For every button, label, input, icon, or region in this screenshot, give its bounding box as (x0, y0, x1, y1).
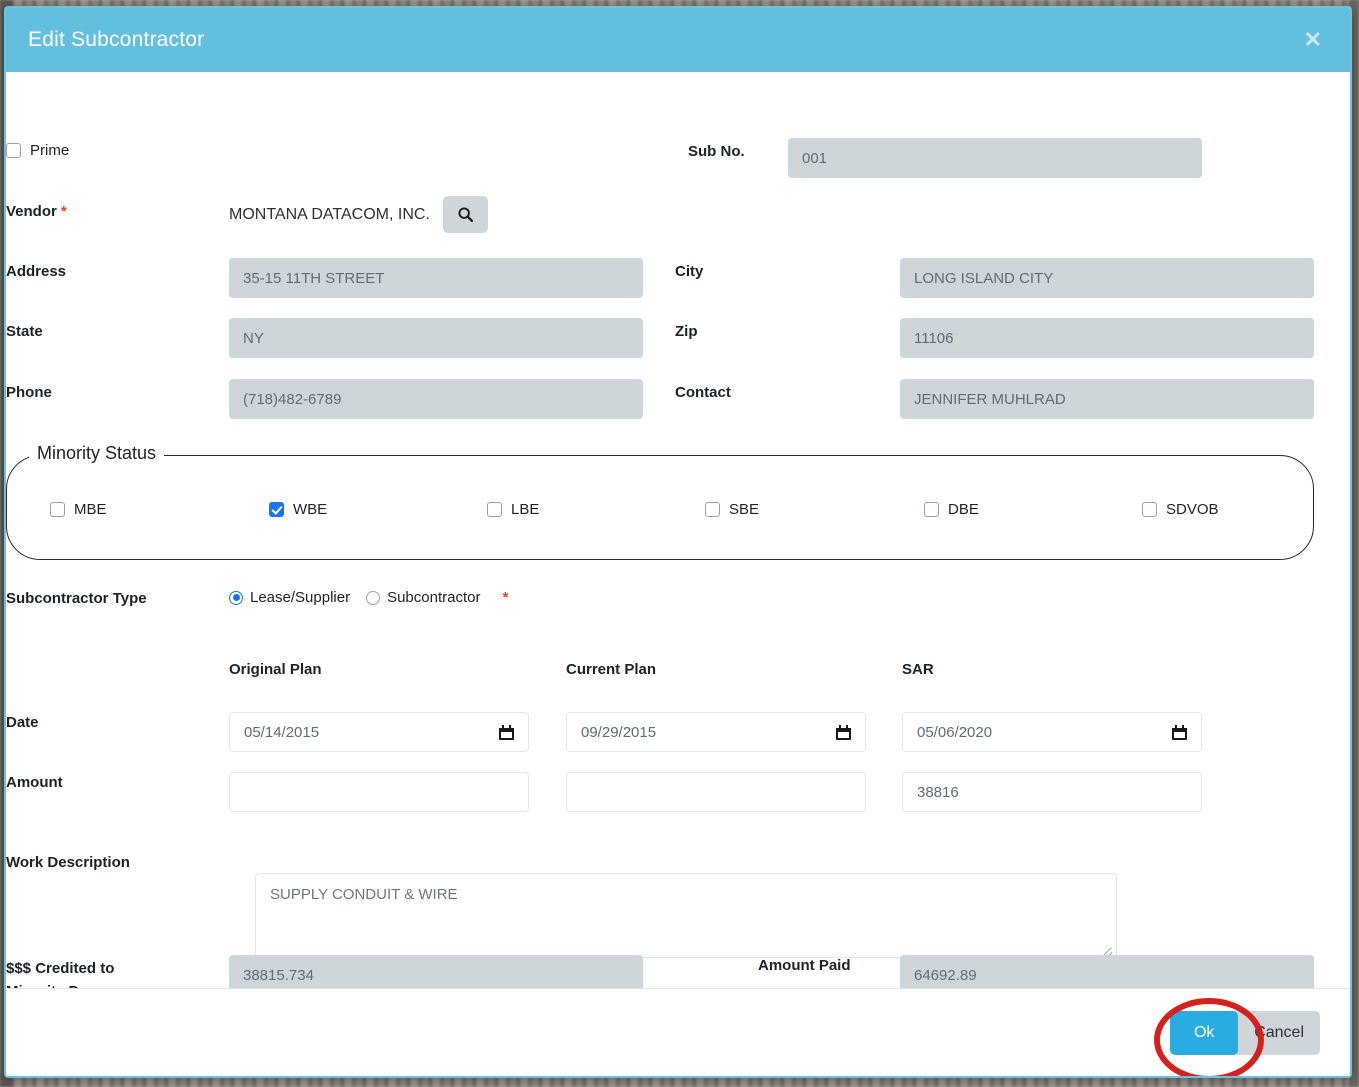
minority-option-mbe[interactable]: MBE (50, 501, 107, 518)
zip-label: Zip (675, 323, 698, 340)
column-header-original-plan: Original Plan (229, 661, 322, 678)
subcontractor-radio[interactable] (366, 590, 381, 605)
state-label: State (6, 323, 43, 340)
resize-handle-icon[interactable] (1101, 943, 1113, 955)
calendar-icon[interactable] (836, 724, 851, 740)
dialog-title: Edit Subcontractor (28, 28, 205, 51)
amount-paid-field[interactable]: 64692.89 (900, 955, 1314, 988)
amount-paid-label: Amount Paid (758, 957, 851, 974)
date-current-plan-value: 09/29/2015 (581, 723, 657, 741)
minority-option-sbe[interactable]: SBE (705, 501, 759, 518)
sub-no-field[interactable]: 001 (788, 138, 1202, 178)
minority-option-dbe[interactable]: DBE (924, 501, 979, 518)
dialog-header: Edit Subcontractor ✕ (6, 8, 1350, 72)
column-header-current-plan: Current Plan (566, 661, 657, 678)
mbe-checkbox[interactable] (50, 502, 65, 517)
work-description-value: SUPPLY CONDUIT & WIRE (270, 886, 458, 903)
prime-label: Prime (30, 142, 70, 159)
subcontractor-label: Subcontractor (387, 589, 481, 606)
mbe-label: MBE (74, 501, 107, 518)
address-label: Address (6, 263, 67, 280)
state-field[interactable]: NY (229, 318, 643, 358)
amount-field-current-plan[interactable] (566, 772, 866, 812)
dbe-checkbox[interactable] (924, 502, 939, 517)
date-row-label: Date (6, 714, 39, 731)
contact-label: Contact (675, 384, 731, 401)
zip-field[interactable]: 11106 (900, 318, 1314, 358)
lease-supplier-radio[interactable] (229, 590, 243, 605)
ok-button[interactable]: Ok (1170, 1010, 1239, 1055)
cancel-button[interactable]: Cancel (1238, 1011, 1320, 1055)
lbe-label: LBE (511, 501, 540, 518)
lease-supplier-label: Lease/Supplier (250, 589, 351, 606)
wbe-checkbox[interactable] (269, 502, 284, 517)
date-field-current-plan[interactable]: 09/29/2015 (566, 712, 866, 752)
column-header-sar: SAR (902, 661, 934, 678)
address-field[interactable]: 35-15 11TH STREET (229, 258, 643, 298)
radio-option-lease-supplier[interactable]: Lease/Supplier (229, 589, 350, 606)
vendor-label-text: Vendor (6, 203, 57, 220)
contact-field[interactable]: JENNIFER MUHLRAD (900, 379, 1314, 419)
city-label: City (675, 263, 704, 280)
credited-label: $$$ Credited to Minority Program (6, 957, 130, 988)
subcontractor-type-label: Subcontractor Type (6, 590, 147, 607)
vendor-row: MONTANA DATACOM, INC. (229, 196, 488, 233)
close-icon[interactable]: ✕ (1298, 25, 1328, 55)
vendor-label: Vendor * (6, 203, 67, 220)
date-sar-value: 05/06/2020 (917, 723, 993, 741)
date-original-plan-value: 05/14/2015 (244, 723, 320, 741)
minority-status-legend: Minority Status (29, 443, 165, 464)
date-field-sar[interactable]: 05/06/2020 (902, 712, 1202, 752)
dbe-label: DBE (948, 501, 979, 518)
vendor-value: MONTANA DATACOM, INC. (229, 205, 430, 223)
prime-checkbox[interactable] (6, 143, 21, 158)
amount-row-label: Amount (6, 774, 63, 791)
date-field-original-plan[interactable]: 05/14/2015 (229, 712, 529, 752)
search-icon[interactable] (442, 196, 488, 233)
phone-label: Phone (6, 384, 52, 401)
work-description-textarea[interactable]: SUPPLY CONDUIT & WIRE (255, 873, 1117, 958)
amount-field-original-plan[interactable] (229, 772, 529, 812)
minority-option-lbe[interactable]: LBE (487, 501, 539, 518)
edit-subcontractor-dialog: Edit Subcontractor ✕ Prime Sub No. 001 V… (4, 6, 1352, 1078)
footer-button-group: Ok Cancel (1170, 1010, 1320, 1055)
credited-label-line1: $$$ Credited to (6, 960, 115, 977)
dialog-footer: Ok Cancel (6, 988, 1350, 1076)
sbe-label: SBE (729, 501, 760, 518)
vendor-required-mark: * (60, 203, 67, 220)
sbe-checkbox[interactable] (705, 502, 720, 517)
wbe-label: WBE (293, 501, 328, 518)
sub-no-label: Sub No. (688, 143, 745, 160)
amount-field-sar[interactable]: 38816 (902, 772, 1202, 812)
minority-status-fieldset: Minority Status MBE WBE LBE SBE DBE SDVO… (6, 443, 1314, 560)
subcontractor-type-options: Lease/Supplier Subcontractor * (229, 589, 508, 606)
sdvob-checkbox[interactable] (1142, 502, 1157, 517)
sdvob-label: SDVOB (1166, 501, 1219, 518)
calendar-icon[interactable] (1172, 724, 1187, 740)
dialog-body: Prime Sub No. 001 Vendor * MONTANA DATACO… (6, 72, 1350, 988)
work-description-label: Work Description (6, 854, 130, 871)
lbe-checkbox[interactable] (487, 502, 502, 517)
phone-field[interactable]: (718)482-6789 (229, 379, 643, 419)
radio-option-subcontractor[interactable]: Subcontractor (366, 589, 480, 606)
prime-checkbox-row[interactable]: Prime (6, 142, 69, 159)
subcontractor-type-required-mark: * (502, 589, 509, 606)
minority-option-wbe[interactable]: WBE (269, 501, 327, 518)
calendar-icon[interactable] (499, 724, 514, 740)
city-field[interactable]: LONG ISLAND CITY (900, 258, 1314, 298)
credited-field[interactable]: 38815.734 (229, 955, 643, 988)
minority-option-sdvob[interactable]: SDVOB (1142, 501, 1219, 518)
